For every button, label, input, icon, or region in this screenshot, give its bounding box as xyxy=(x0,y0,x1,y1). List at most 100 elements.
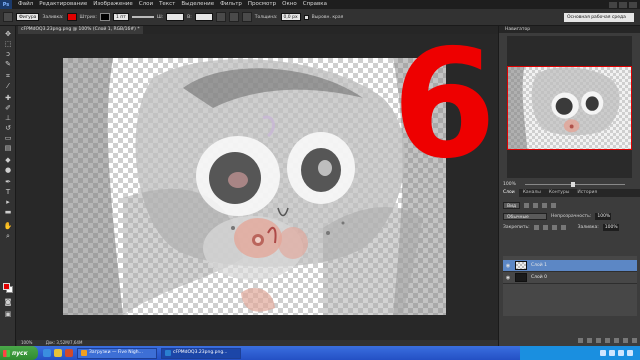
lock-position-icon[interactable] xyxy=(551,224,557,230)
layer-row[interactable]: ◉ Слой 1 xyxy=(503,260,637,272)
layer-style-icon[interactable] xyxy=(587,338,592,343)
new-layer-icon[interactable] xyxy=(623,338,628,343)
filter-type-icon[interactable] xyxy=(542,202,548,208)
pen-tool-icon[interactable]: ✒ xyxy=(3,178,13,186)
tab-layers[interactable]: Слои xyxy=(499,189,519,197)
foreground-color-swatch[interactable] xyxy=(3,283,10,290)
path-alignment-icon[interactable] xyxy=(228,12,239,22)
healing-brush-tool-icon[interactable]: ✚ xyxy=(3,94,13,102)
photoshop-icon xyxy=(165,350,171,356)
browser-icon[interactable] xyxy=(43,349,51,357)
maximize-button[interactable] xyxy=(619,1,627,8)
lock-all-icon[interactable] xyxy=(560,224,566,230)
menu-window[interactable]: Окно xyxy=(279,0,300,9)
menu-file[interactable]: Файл xyxy=(15,0,36,9)
menu-layers[interactable]: Слои xyxy=(136,0,156,9)
add-mask-icon[interactable] xyxy=(596,338,601,343)
navigator-zoom-knob[interactable] xyxy=(571,182,575,187)
adjustment-layer-icon[interactable] xyxy=(605,338,610,343)
type-tool-icon[interactable]: T xyxy=(3,188,13,196)
layer-name[interactable]: Слой 1 xyxy=(531,263,547,268)
menu-view[interactable]: Просмотр xyxy=(245,0,279,9)
lock-pixels-icon[interactable] xyxy=(542,224,548,230)
delete-layer-icon[interactable] xyxy=(632,338,637,343)
fill-field[interactable]: 100% xyxy=(602,223,619,231)
document-tab[interactable]: cFPMdOQ3.23png.png @ 100% (Слой 1, RGB/1… xyxy=(18,26,143,34)
marquee-tool-icon[interactable]: ⬚ xyxy=(3,40,13,48)
menu-edit[interactable]: Редактирование xyxy=(36,0,90,9)
navigator-thumbnail[interactable] xyxy=(507,66,632,150)
menu-filter[interactable]: Фильтр xyxy=(217,0,245,9)
screen-mode-icon[interactable]: ▣ xyxy=(3,310,13,318)
navigator-preview[interactable] xyxy=(507,36,632,178)
new-group-icon[interactable] xyxy=(614,338,619,343)
security-icon[interactable] xyxy=(627,350,633,356)
volume-icon[interactable] xyxy=(609,350,615,356)
width-field[interactable] xyxy=(166,13,185,21)
gradient-tool-icon[interactable]: ▤ xyxy=(3,144,13,152)
path-select-tool-icon[interactable]: ▸ xyxy=(3,198,13,206)
stroke-color-swatch[interactable] xyxy=(99,13,110,21)
brush-tool-icon[interactable]: ✐ xyxy=(3,104,13,112)
language-icon[interactable] xyxy=(600,350,606,356)
stroke-width-field[interactable]: 1 пт xyxy=(112,13,129,21)
layer-row[interactable]: ◉ Слой 0 xyxy=(503,272,637,284)
filter-adjustment-icon[interactable] xyxy=(533,202,539,208)
layer-filter-select[interactable]: Вид xyxy=(503,201,521,209)
eyedropper-tool-icon[interactable]: ⁄ xyxy=(3,82,13,90)
system-tray xyxy=(520,346,640,360)
menu-type[interactable]: Текст xyxy=(156,0,178,9)
navigator-zoom-value[interactable]: 100% xyxy=(503,182,516,187)
filter-shape-icon[interactable] xyxy=(551,202,557,208)
status-zoom[interactable]: 100% xyxy=(21,340,32,345)
taskbar-item-explorer[interactable]: Загрузки — Five Nigh... xyxy=(77,347,157,359)
crop-tool-icon[interactable]: ⌗ xyxy=(3,72,13,80)
minimize-button[interactable] xyxy=(609,1,617,8)
close-button[interactable] xyxy=(629,1,637,8)
quick-select-tool-icon[interactable]: ✎ xyxy=(3,60,13,68)
media-icon[interactable] xyxy=(65,349,73,357)
navigator-panel-header[interactable]: Навигатор xyxy=(499,26,640,33)
lock-transparency-icon[interactable] xyxy=(533,224,539,230)
tab-history[interactable]: История xyxy=(573,189,601,197)
eye-icon[interactable]: ◉ xyxy=(505,263,511,269)
tool-preset-icon[interactable] xyxy=(3,12,13,22)
tab-channels[interactable]: Каналы xyxy=(519,189,545,197)
blend-mode-select[interactable]: Обычные xyxy=(503,212,547,220)
document-canvas[interactable] xyxy=(63,58,446,315)
quick-mask-icon[interactable]: ◙ xyxy=(3,298,13,306)
menu-help[interactable]: Справка xyxy=(300,0,330,9)
layer-name[interactable]: Слой 0 xyxy=(531,275,547,280)
tab-paths[interactable]: Контуры xyxy=(545,189,574,197)
navigator-zoom-slider[interactable] xyxy=(525,184,625,185)
fill-color-swatch[interactable] xyxy=(66,13,77,21)
height-field[interactable] xyxy=(194,13,213,21)
shape-tool-icon[interactable]: ▬ xyxy=(3,208,13,216)
move-tool-icon[interactable]: ✥ xyxy=(3,30,13,38)
menu-image[interactable]: Изображение xyxy=(90,0,136,9)
start-button[interactable]: пуск xyxy=(0,346,38,360)
menu-select[interactable]: Выделение xyxy=(178,0,217,9)
dodge-tool-icon[interactable]: ● xyxy=(3,166,13,174)
blur-tool-icon[interactable]: ◆ xyxy=(3,156,13,164)
workspace-select[interactable]: Основная рабочая среда xyxy=(564,12,634,22)
opacity-field[interactable]: 100% xyxy=(595,212,612,220)
gear-icon[interactable] xyxy=(241,12,252,22)
history-brush-tool-icon[interactable]: ↺ xyxy=(3,124,13,132)
align-edges-checkbox[interactable] xyxy=(303,14,309,20)
clone-stamp-tool-icon[interactable]: ⊥ xyxy=(3,114,13,122)
eye-icon[interactable]: ◉ xyxy=(505,275,511,281)
shape-mode-select[interactable]: Фигура xyxy=(16,13,40,21)
folder-icon[interactable] xyxy=(54,349,62,357)
path-operations-icon[interactable] xyxy=(215,12,226,22)
lasso-tool-icon[interactable]: ↄ xyxy=(3,50,13,58)
taskbar-item-photoshop[interactable]: cFPMdOQ3.23png.png... xyxy=(161,347,241,359)
link-layers-icon[interactable] xyxy=(578,338,583,343)
thickness-field[interactable]: 0,0 px xyxy=(280,13,301,21)
hand-tool-icon[interactable]: ✋ xyxy=(3,222,13,230)
network-icon[interactable] xyxy=(618,350,624,356)
eraser-tool-icon[interactable]: ▭ xyxy=(3,134,13,142)
filter-pixel-icon[interactable] xyxy=(524,202,530,208)
stroke-type-picker[interactable] xyxy=(131,16,154,18)
zoom-tool-icon[interactable]: ⌕ xyxy=(3,232,13,240)
